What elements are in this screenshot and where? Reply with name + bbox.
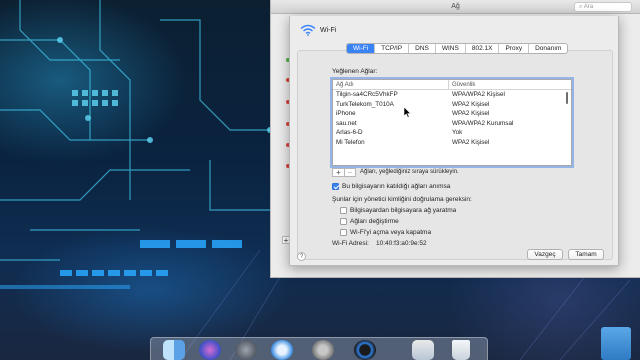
preferred-networks-table[interactable]: Ağ Adı Güvenlik Tilgin-sa4CRc5VhkFP WPA/… — [332, 79, 572, 166]
table-row[interactable]: sau.net WPA/WPA2 Kurumsal — [333, 119, 571, 129]
tab-tcpip[interactable]: TCP/IP — [375, 44, 410, 53]
network-security: WPA/WPA2 Kurumsal — [452, 119, 514, 127]
cancel-button[interactable]: Vazgeç — [527, 249, 563, 260]
siri-icon[interactable] — [199, 340, 221, 360]
table-row[interactable]: Arlas-6-D Yok — [333, 128, 571, 138]
computer-to-computer-label[interactable]: Bilgisayardan bilgisayara ağ yaratma — [350, 207, 456, 214]
toggle-wifi-label[interactable]: Wi-Fi'yi açma veya kapatma — [350, 229, 431, 236]
wifi-address-label: Wi-Fi Adresi: — [332, 240, 369, 247]
table-scrollbar[interactable] — [566, 92, 568, 104]
table-header: Ağ Adı Güvenlik — [333, 80, 571, 90]
change-networks-checkbox[interactable] — [340, 218, 347, 225]
network-name: Mi Telefon — [336, 138, 365, 146]
admin-auth-label: Şunlar için yönetici kimliğini doğrulama… — [332, 196, 472, 203]
table-row[interactable]: iPhone WPA2 Kişisel — [333, 109, 571, 119]
tab-proxy[interactable]: Proxy — [499, 44, 530, 53]
network-security: WPA2 Kişisel — [452, 138, 490, 146]
mouse-cursor-icon — [404, 107, 412, 118]
network-name: sau.net — [336, 119, 357, 127]
table-row[interactable]: Tilgin-sa4CRc5VhkFP WPA/WPA2 Kişisel — [333, 90, 571, 100]
search-field[interactable]: ⌕ Ara — [574, 2, 632, 12]
add-remove-control: + − — [332, 168, 356, 177]
search-placeholder: Ara — [583, 4, 594, 10]
launchpad-icon[interactable] — [235, 340, 257, 360]
remember-networks-checkbox[interactable] — [332, 183, 339, 190]
quicktime-icon[interactable] — [354, 340, 376, 360]
window-titlebar: Ağ ⌕ Ara — [271, 0, 640, 14]
tab-hardware[interactable]: Donanım — [529, 44, 567, 53]
network-security: WPA2 Kişisel — [452, 100, 490, 108]
remember-networks-label[interactable]: Bu bilgisayarın katıldığı ağları anımsa — [342, 183, 450, 190]
tab-bar: Wi-Fi TCP/IP DNS WINS 802.1X Proxy Donan… — [346, 43, 569, 54]
toggle-wifi-checkbox[interactable] — [340, 229, 347, 236]
tab-dns[interactable]: DNS — [409, 44, 436, 53]
tab-wifi[interactable]: Wi-Fi — [347, 44, 376, 53]
folder-icon[interactable] — [601, 327, 631, 360]
wifi-advanced-sheet: Wi-Fi Wi-Fi TCP/IP DNS WINS 802.1X Proxy… — [289, 16, 619, 266]
interface-name: Wi-Fi — [320, 26, 337, 34]
ok-button[interactable]: Tamam — [568, 249, 604, 260]
help-button[interactable]: ? — [297, 252, 306, 261]
remove-network-button[interactable]: − — [344, 169, 355, 177]
wifi-address-value: 10:40:f3:a0:9e:52 — [376, 240, 427, 247]
network-security: WPA/WPA2 Kişisel — [452, 91, 505, 98]
network-name: Arlas-6-D — [336, 129, 363, 136]
finder-icon[interactable] — [163, 340, 185, 360]
search-icon: ⌕ — [579, 4, 583, 10]
preview-icon[interactable] — [412, 340, 434, 360]
table-row[interactable]: TurkTelekom_T010A WPA2 Kişisel — [333, 100, 571, 110]
safari-icon[interactable] — [271, 340, 293, 360]
tab-wins[interactable]: WINS — [436, 44, 466, 53]
change-networks-label[interactable]: Ağları değiştirme — [350, 218, 399, 225]
drag-hint: Ağları, yeğlediğiniz sıraya sürükleyin. — [360, 169, 459, 175]
network-security: Yok — [452, 129, 463, 136]
wifi-icon — [300, 24, 316, 36]
trash-icon[interactable] — [452, 340, 470, 360]
table-row[interactable]: Mi Telefon WPA2 Kişisel — [333, 138, 571, 148]
network-name: iPhone — [336, 110, 356, 117]
add-network-button[interactable]: + — [333, 169, 344, 177]
network-name: TurkTelekom_T010A — [336, 100, 394, 108]
network-name: Tilgin-sa4CRc5VhkFP — [336, 91, 398, 98]
sheet-header: Wi-Fi — [300, 24, 336, 36]
preferred-networks-label: Yeğlenen Ağlar: — [332, 68, 378, 75]
system-preferences-icon[interactable] — [312, 340, 334, 360]
computer-to-computer-checkbox[interactable] — [340, 207, 347, 214]
tab-8021x[interactable]: 802.1X — [466, 44, 500, 53]
network-security: WPA2 Kişisel — [452, 110, 490, 117]
column-header-security[interactable]: Güvenlik — [449, 80, 475, 89]
column-header-network-name[interactable]: Ağ Adı — [333, 80, 449, 89]
